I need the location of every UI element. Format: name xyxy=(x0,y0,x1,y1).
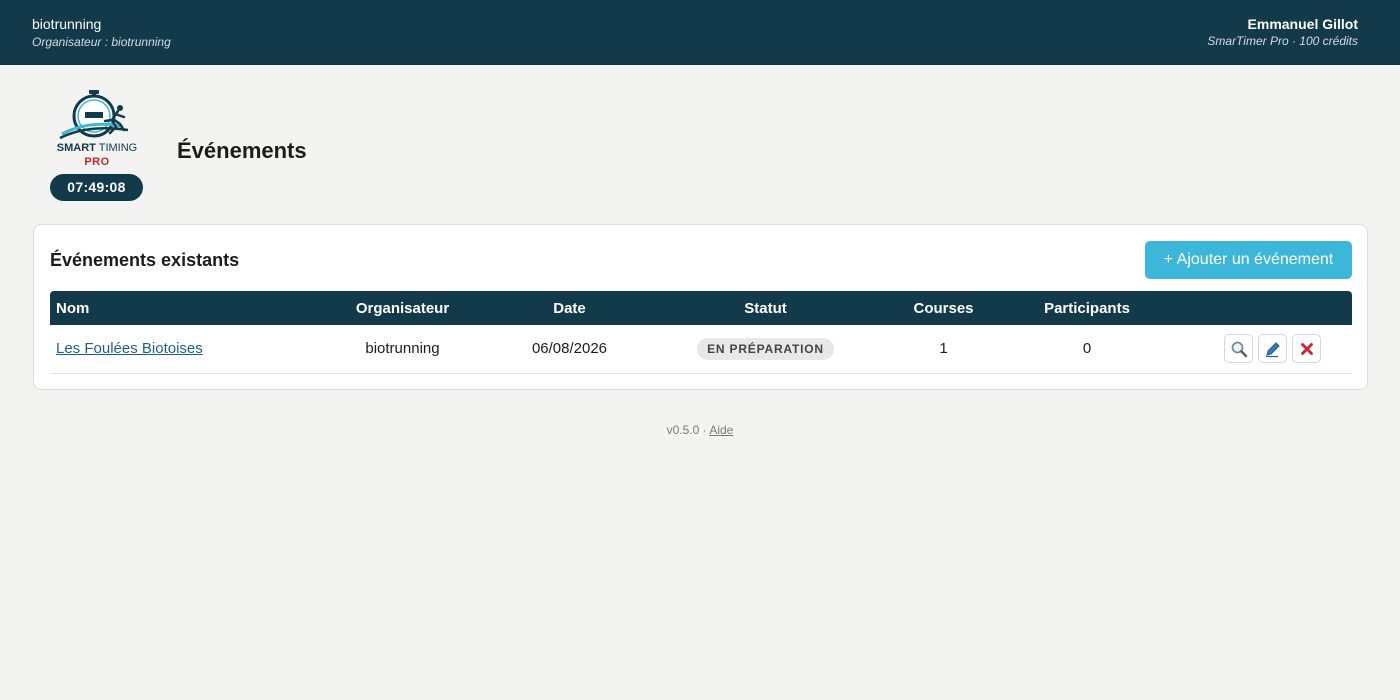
page-title: Événements xyxy=(177,138,307,163)
cell-courses: 1 xyxy=(906,325,981,374)
brand-block: SMART TIMING PRO 07:49:08 xyxy=(48,90,146,202)
events-card-title: Événements existants xyxy=(50,250,240,270)
logo-wordmark: SMART TIMING xyxy=(56,142,138,154)
column-header-status: Statut xyxy=(625,291,906,325)
delete-button[interactable] xyxy=(1292,334,1321,364)
edit-button[interactable] xyxy=(1258,334,1287,364)
cell-status: EN PRÉPARATION xyxy=(625,325,906,374)
view-button[interactable] xyxy=(1224,334,1253,364)
top-bar: biotrunning Organisateur : biotrunning E… xyxy=(0,0,1400,65)
footer: v0.5.0 · Aide xyxy=(0,422,1400,438)
add-event-button[interactable]: + Ajouter un événement xyxy=(1145,241,1352,279)
column-header-participants: Participants xyxy=(981,291,1193,325)
cell-date: 06/08/2026 xyxy=(514,325,625,374)
logo-pro-label: PRO xyxy=(84,156,110,168)
column-header-name: Nom xyxy=(50,291,291,325)
cell-name: Les Foulées Biotoises xyxy=(50,325,291,374)
organization-info: biotrunning Organisateur : biotrunning xyxy=(32,16,171,50)
column-header-actions xyxy=(1193,291,1352,325)
organization-name: biotrunning xyxy=(32,16,102,32)
row-actions xyxy=(1193,334,1352,364)
column-header-date: Date xyxy=(514,291,625,325)
column-header-courses: Courses xyxy=(906,291,981,325)
cell-actions xyxy=(1193,325,1352,374)
magnifier-icon xyxy=(1231,341,1247,358)
user-plan-credits: SmarTimer Pro · 100 crédits xyxy=(1207,34,1358,48)
help-link[interactable]: Aide xyxy=(709,423,733,437)
cell-organizer: biotrunning xyxy=(291,325,514,374)
column-header-organizer: Organisateur xyxy=(291,291,514,325)
table-header-row: Nom Organisateur Date Statut Courses Par… xyxy=(50,291,1352,325)
status-badge: EN PRÉPARATION xyxy=(697,337,834,360)
stopwatch-runner-logo-icon xyxy=(59,90,129,140)
user-info[interactable]: Emmanuel Gillot SmarTimer Pro · 100 créd… xyxy=(1207,16,1358,49)
clock-display: 07:49:08 xyxy=(50,174,143,201)
close-icon xyxy=(1300,342,1313,355)
organization-subtitle: Organisateur : biotrunning xyxy=(32,35,171,49)
pencil-icon xyxy=(1265,342,1280,357)
table-row: Les Foulées Biotoises biotrunning 06/08/… xyxy=(50,325,1352,374)
user-name[interactable]: Emmanuel Gillot xyxy=(1207,16,1358,33)
cell-participants: 0 xyxy=(981,325,1193,374)
events-card: Événements existants + Ajouter un événem… xyxy=(33,224,1368,390)
event-name-link[interactable]: Les Foulées Biotoises xyxy=(56,340,203,357)
version-label: v0.5.0 · xyxy=(666,423,710,437)
events-table: Nom Organisateur Date Statut Courses Par… xyxy=(50,291,1352,374)
